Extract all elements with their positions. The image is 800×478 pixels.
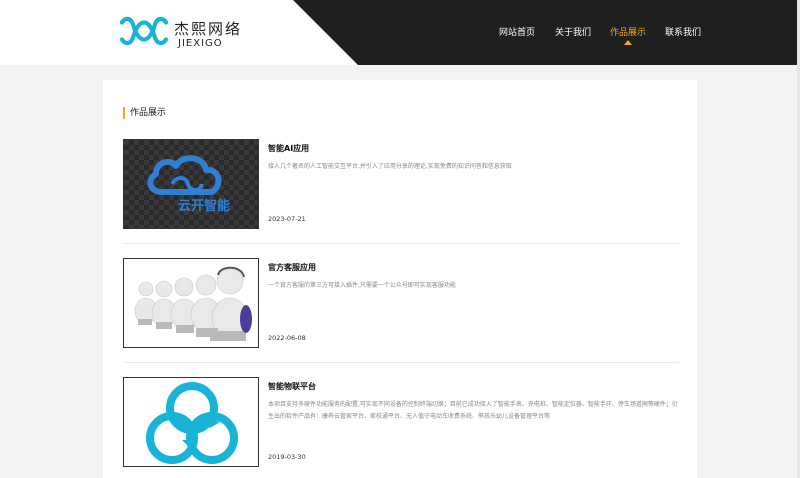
work-thumbnail[interactable] (123, 258, 259, 348)
nav-item-works-label: 作品展示 (610, 28, 647, 38)
work-title[interactable]: 智能AI应用 (268, 143, 309, 154)
work-date: 2023-07-21 (268, 215, 306, 223)
site-header: 杰熙网络 JIEXIGO 网站首页 关于我们 作品展示 联系我们 (0, 0, 800, 65)
work-title[interactable]: 官方客服应用 (268, 262, 316, 273)
work-date: 2022-06-08 (268, 334, 306, 342)
work-description: 本项目支持多硬件功能服务的配置,可实现不同设备的控制终端切换；目前已成功接入了智… (268, 401, 678, 420)
work-item[interactable]: 云开智能 智能AI应用 接入几个著名的人工智能交互平台,并引入了应用分享的理论,… (123, 139, 679, 249)
works-panel: 作品展示 云开智能 智能AI应用 接入几个著名的人工智能交互平台,并引入了应用分… (103, 80, 697, 478)
work-thumbnail[interactable]: 云开智能 (123, 139, 259, 229)
cloud-logo-icon: 云开智能 (124, 140, 258, 228)
work-title[interactable]: 智能物联平台 (268, 381, 316, 392)
section-title: 作品展示 (123, 107, 166, 119)
divider (123, 243, 679, 244)
thumb-brand-text: 云开智能 (178, 198, 230, 214)
brand-name-en: JIEXIGO (178, 38, 223, 49)
brand-name-cn: 杰熙网络 (174, 20, 243, 38)
nav-item-home[interactable]: 网站首页 (499, 25, 535, 38)
active-caret-icon (624, 40, 632, 45)
work-thumbnail[interactable] (123, 377, 259, 467)
nav-item-contact[interactable]: 联系我们 (665, 25, 701, 38)
work-description: 一个官方客服的第三方可接入插件,只需要一个公众号即可实现客服功能 (268, 282, 456, 289)
work-item[interactable]: 智能物联平台 本项目支持多硬件功能服务的配置,可实现不同设备的控制终端切换；目前… (123, 377, 679, 478)
customer-service-figures-icon (124, 259, 258, 347)
work-item[interactable]: 官方客服应用 一个官方客服的第三方可接入插件,只需要一个公众号即可实现客服功能 … (123, 258, 679, 368)
work-description: 接入几个著名的人工智能交互平台,并引入了应用分享的理论,实现免费的知识问答和信息… (268, 163, 512, 170)
work-date: 2019-03-30 (268, 453, 306, 461)
sync-circles-icon (124, 378, 258, 466)
brand-logo-icon[interactable] (118, 14, 170, 48)
divider (123, 362, 679, 363)
nav-item-works[interactable]: 作品展示 (610, 25, 647, 45)
nav-item-about[interactable]: 关于我们 (555, 25, 591, 38)
